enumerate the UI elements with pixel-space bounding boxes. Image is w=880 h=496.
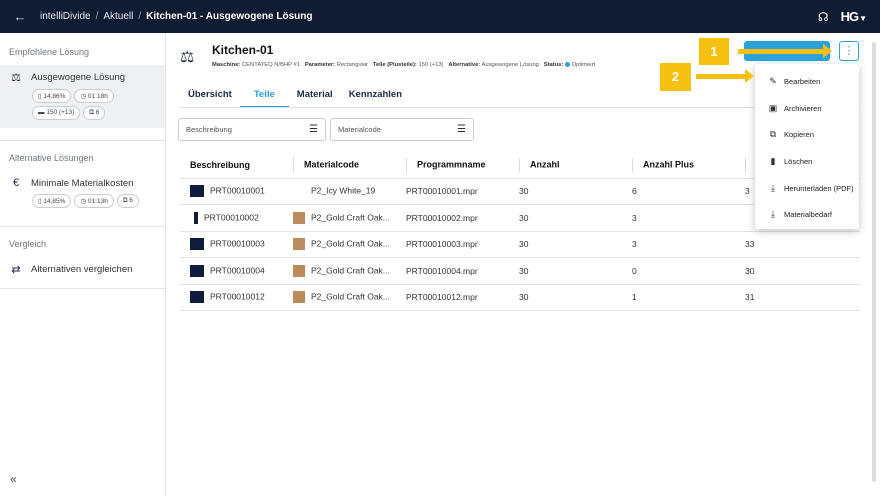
- menu-item-edit[interactable]: ✎ Bearbeiten: [755, 68, 859, 95]
- chevron-down-icon: ▼: [859, 14, 867, 23]
- job-header: ⚖ Kitchen-01 Maschine: CENTATEQ N/BHP #1…: [180, 43, 595, 68]
- yield-chip: ▯ 14,85%: [32, 194, 72, 208]
- status-dot: [565, 62, 571, 67]
- menu-item-download-pdf[interactable]: ⤓ Herunterladen (PDF): [755, 175, 859, 202]
- top-bar: ← intelliDivide / Aktuell / Kitchen-01 -…: [0, 0, 880, 33]
- sidebar-section-recommended: Empfohlene Lösung: [9, 47, 90, 57]
- menu-item-copy[interactable]: ⧉ Kopieren: [755, 121, 859, 148]
- sidebar-item-balanced[interactable]: ⚖ Ausgewogene Lösung ▯ 14,86% ◷ 01:18h ▬…: [0, 65, 165, 128]
- scale-icon: ⚖: [180, 49, 195, 66]
- sidebar-section-alternatives: Alternative Lösungen: [9, 153, 94, 163]
- compare-icon: ⇄: [11, 264, 21, 276]
- table-row[interactable]: PRT00010003 P2_Gold Craft Oak... PRT0001…: [180, 231, 860, 258]
- breadcrumb-separator: /: [138, 11, 142, 22]
- callout-badge-2: 2: [660, 63, 691, 91]
- download-icon: ⤓: [771, 182, 775, 193]
- scale-icon: ⚖: [11, 72, 21, 84]
- table-row[interactable]: PRT00010012 P2_Gold Craft Oak... PRT0001…: [180, 284, 860, 311]
- description-filter[interactable]: Beschreibung ☰: [178, 118, 326, 141]
- breadcrumb-current[interactable]: Aktuell: [103, 11, 133, 22]
- scrollbar[interactable]: [872, 42, 876, 482]
- job-title: Kitchen-01: [212, 43, 274, 57]
- part-color-swatch: [194, 211, 198, 224]
- part-color-swatch: [190, 291, 204, 304]
- page-title: Kitchen-01 - Ausgewogene Lösung: [146, 11, 313, 22]
- time-chip: ◷ 01:13h: [74, 194, 114, 208]
- tab-bar: Übersicht Teile Material Kennzahlen: [180, 89, 410, 108]
- material-swatch: [293, 291, 305, 304]
- filter-icon: ☰: [457, 124, 466, 135]
- job-meta: Maschine: CENTATEQ N/BHP #1 Parameter: R…: [212, 62, 596, 69]
- coin-icon: €: [12, 177, 20, 189]
- more-options-menu: ✎ Bearbeiten ▣ Archivieren ⧉ Kopieren ▮ Lösc…: [755, 64, 859, 229]
- copy-icon: ⧉: [769, 129, 777, 140]
- tab-metrics[interactable]: Kennzahlen: [341, 89, 410, 108]
- sidebar-section-compare: Vergleich: [9, 239, 47, 249]
- parts-chip: ▬ 150 (+13): [32, 106, 81, 120]
- collapse-sidebar-icon[interactable]: «: [10, 472, 17, 486]
- time-chip: ◷ 01:18h: [74, 89, 114, 103]
- callout-badge-1: 1: [699, 38, 729, 65]
- trash-icon: ▮: [770, 155, 776, 166]
- callout-arrow-2: [696, 69, 754, 83]
- column-header[interactable]: Programmname: [396, 153, 509, 179]
- yield-chip: ▯ 14,86%: [32, 89, 72, 103]
- sidebar-item-label: Ausgewogene Lösung: [31, 72, 126, 83]
- sidebar-item-label: Alternativen vergleichen: [31, 264, 133, 275]
- more-options-button[interactable]: ⋮: [839, 41, 859, 61]
- tab-material[interactable]: Material: [289, 89, 341, 108]
- part-color-swatch: [190, 185, 204, 198]
- material-filter[interactable]: Materialcode ☰: [330, 118, 474, 141]
- sheets-chip: ⧉ 6: [83, 106, 106, 120]
- back-arrow-icon[interactable]: ←: [0, 9, 40, 24]
- material-swatch: [293, 211, 305, 224]
- sheets-chip: ⧉ 6: [116, 194, 139, 208]
- menu-item-delete[interactable]: ▮ Löschen: [755, 148, 859, 175]
- main-content: ⚖ Kitchen-01 Maschine: CENTATEQ N/BHP #1…: [166, 33, 880, 496]
- sidebar-item-min-cost[interactable]: € Minimale Materialkosten ▯ 14,85% ◷ 01:…: [0, 171, 165, 216]
- breadcrumb-app[interactable]: intelliDivide: [40, 11, 91, 22]
- table-row[interactable]: PRT00010004 P2_Gold Craft Oak... PRT0001…: [180, 257, 860, 285]
- sidebar: Empfohlene Lösung ⚖ Ausgewogene Lösung ▯…: [0, 33, 166, 496]
- part-color-swatch: [190, 238, 204, 251]
- callout-arrow-1: [738, 44, 832, 58]
- menu-item-archive[interactable]: ▣ Archivieren: [755, 95, 859, 122]
- menu-item-material-demand[interactable]: ⤓ Materialbedarf: [755, 201, 859, 228]
- breadcrumb-separator: /: [95, 11, 99, 22]
- download-icon: ⤓: [771, 209, 775, 220]
- column-header[interactable]: Anzahl Plus: [622, 153, 735, 179]
- tab-parts[interactable]: Teile: [239, 89, 289, 108]
- brand-logo[interactable]: HG▼: [841, 9, 867, 24]
- sidebar-item-label: Minimale Materialkosten: [31, 177, 134, 189]
- column-header[interactable]: Anzahl: [509, 153, 622, 179]
- tab-overview[interactable]: Übersicht: [180, 89, 240, 108]
- sidebar-item-compare[interactable]: ⇄ Alternativen vergleichen: [0, 257, 165, 284]
- part-color-swatch: [190, 264, 204, 277]
- material-swatch: [293, 238, 305, 251]
- column-header[interactable]: Beschreibung: [180, 153, 283, 179]
- filter-icon: ☰: [309, 124, 318, 135]
- material-swatch: [293, 264, 305, 277]
- support-icon[interactable]: ☊: [818, 10, 829, 24]
- pencil-icon: ✎: [769, 75, 777, 86]
- column-header[interactable]: Materialcode: [283, 153, 396, 179]
- archive-icon: ▣: [768, 102, 778, 113]
